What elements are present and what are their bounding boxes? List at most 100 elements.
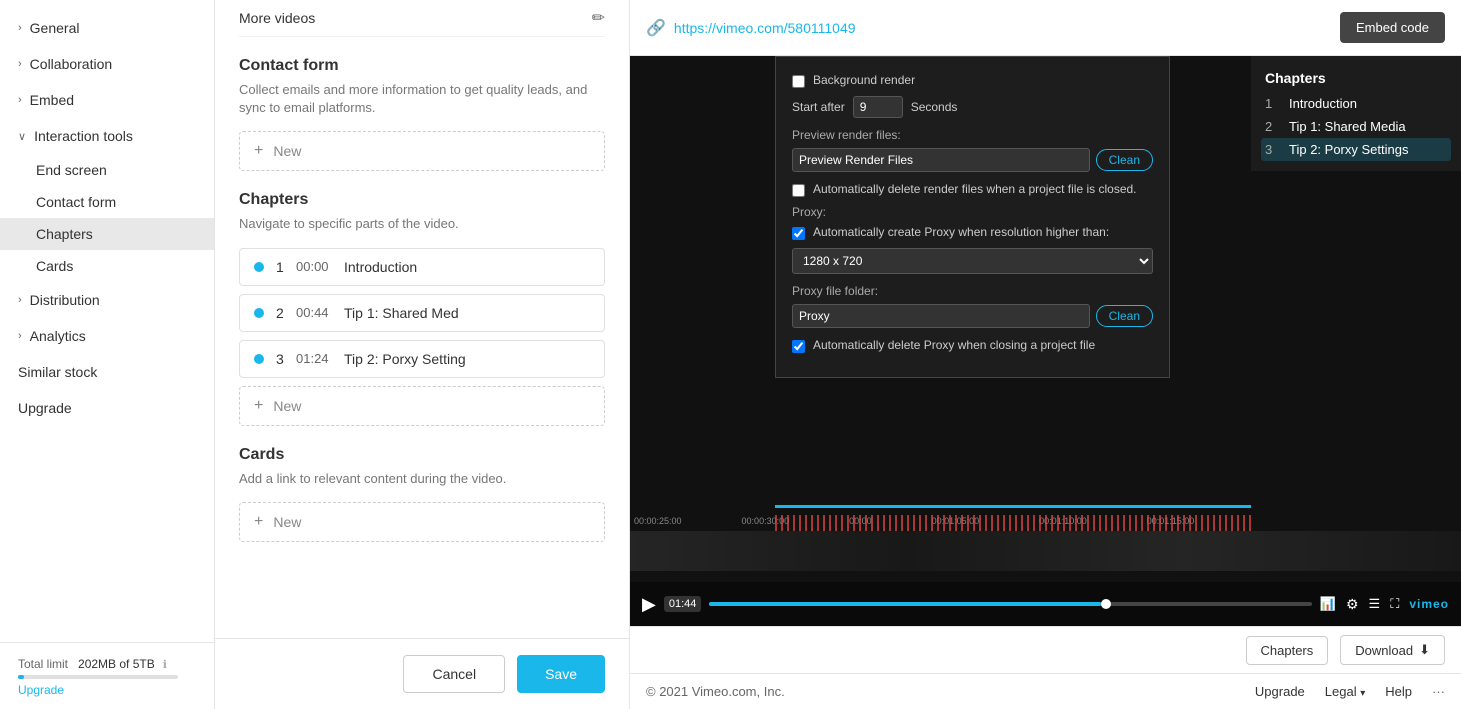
waveform-strip <box>775 515 1251 531</box>
video-thumb-strip <box>630 531 1461 571</box>
chapter-dot <box>254 354 264 364</box>
chevron-down-icon: ∨ <box>18 130 26 143</box>
auto-delete-proxy-row: Automatically delete Proxy when closing … <box>792 338 1153 353</box>
auto-delete-proxy-checkbox[interactable] <box>792 340 805 353</box>
footer-more-icon[interactable]: ··· <box>1432 684 1445 699</box>
save-button[interactable]: Save <box>517 655 605 693</box>
link-icon: 🔗 <box>646 18 666 38</box>
chapter-item-1[interactable]: 1 00:00 Introduction <box>239 248 605 286</box>
sidebar-item-interaction-tools[interactable]: ∨ Interaction tools <box>0 118 214 154</box>
more-videos-row: More videos ✏ <box>239 0 605 37</box>
footer-help-link[interactable]: Help <box>1385 684 1412 699</box>
render-settings-overlay: Background render Start after Seconds Pr… <box>775 56 1170 378</box>
clean-button-1[interactable]: Clean <box>1096 149 1153 171</box>
chevron-right-icon: › <box>18 330 22 342</box>
chapters-title: Chapters <box>239 191 605 209</box>
bar-chart-icon: 📊 <box>1320 596 1336 612</box>
edit-icon[interactable]: ✏ <box>592 8 605 28</box>
chevron-right-icon: › <box>18 58 22 70</box>
chevron-right-icon: › <box>18 22 22 34</box>
progress-fill <box>709 602 1101 606</box>
sidebar: › General › Collaboration › Embed ∨ Inte… <box>0 0 215 709</box>
contact-form-title: Contact form <box>239 57 605 75</box>
chapter-overlay-item-3[interactable]: 3 Tip 2: Porxy Settings <box>1261 138 1451 161</box>
plus-icon: + <box>254 513 263 531</box>
resolution-select[interactable]: 1280 x 720 <box>792 248 1153 274</box>
sidebar-item-collaboration[interactable]: › Collaboration <box>0 46 214 82</box>
chapters-section: Chapters Navigate to specific parts of t… <box>239 191 605 425</box>
middle-footer: Cancel Save <box>215 638 629 709</box>
auto-delete-render-checkbox[interactable] <box>792 184 805 197</box>
embed-code-button[interactable]: Embed code <box>1340 12 1445 43</box>
cards-desc: Add a link to relevant content during th… <box>239 470 605 488</box>
auto-proxy-row: Automatically create Proxy when resoluti… <box>792 225 1153 240</box>
chapter-overlay-item-2[interactable]: 2 Tip 1: Shared Media <box>1265 119 1447 134</box>
fullscreen-icon[interactable]: ⛶ <box>1390 596 1399 612</box>
middle-content: More videos ✏ Contact form Collect email… <box>215 0 629 638</box>
proxy-folder-select-wrap: Proxy <box>792 304 1090 328</box>
cards-new-row[interactable]: + New <box>239 502 605 542</box>
sidebar-item-similar-stock[interactable]: Similar stock <box>0 354 214 390</box>
cards-title: Cards <box>239 446 605 464</box>
start-after-input[interactable] <box>853 96 903 118</box>
sidebar-item-distribution[interactable]: › Distribution <box>0 282 214 318</box>
settings-icon[interactable]: ⚙ <box>1346 596 1359 613</box>
sidebar-subitem-chapters[interactable]: Chapters <box>0 218 214 250</box>
auto-proxy-checkbox[interactable] <box>792 227 805 240</box>
proxy-section: Proxy: Automatically create Proxy when r… <box>792 205 1153 274</box>
chapters-new-row[interactable]: + New <box>239 386 605 426</box>
sidebar-item-upgrade[interactable]: Upgrade <box>0 390 214 426</box>
sidebar-subitem-cards[interactable]: Cards <box>0 250 214 282</box>
sidebar-subitem-contact-form[interactable]: Contact form <box>0 186 214 218</box>
video-bottom-actions: Chapters Download ⬇ <box>630 626 1461 673</box>
cancel-button[interactable]: Cancel <box>403 655 505 693</box>
footer-right: Upgrade Legal ▾ Help ··· <box>1255 684 1445 699</box>
time-badge: 01:44 <box>664 596 702 612</box>
sidebar-subitem-end-screen[interactable]: End screen <box>0 154 214 186</box>
storage-info: Total limit 202MB of 5TB ℹ <box>18 657 196 671</box>
storage-bar <box>18 675 178 679</box>
chapter-item-3[interactable]: 3 01:24 Tip 2: Porxy Settinɡ <box>239 340 605 378</box>
timeline-highlight <box>775 505 1251 508</box>
start-after-row: Start after Seconds <box>792 96 1153 118</box>
sidebar-item-analytics[interactable]: › Analytics <box>0 318 214 354</box>
video-url-link[interactable]: https://vimeo.com/580111049 <box>674 20 1332 36</box>
contact-form-desc: Collect emails and more information to g… <box>239 81 605 117</box>
video-url-bar: 🔗 https://vimeo.com/580111049 Embed code <box>630 0 1461 56</box>
right-panel: 🔗 https://vimeo.com/580111049 Embed code… <box>630 0 1461 709</box>
sidebar-nav: › General › Collaboration › Embed ∨ Inte… <box>0 0 214 642</box>
download-icon: ⬇ <box>1419 642 1430 658</box>
download-action-button[interactable]: Download ⬇ <box>1340 635 1445 665</box>
plus-icon: + <box>254 397 263 415</box>
chevron-right-icon: › <box>18 94 22 106</box>
chevron-down-icon: ▾ <box>1360 688 1365 699</box>
chapter-item-2[interactable]: 2 00:44 Tip 1: Shared Med <box>239 294 605 332</box>
clean-button-2[interactable]: Clean <box>1096 305 1153 327</box>
footer-upgrade-link[interactable]: Upgrade <box>1255 684 1305 699</box>
sidebar-item-embed[interactable]: › Embed <box>0 82 214 118</box>
middle-panel: More videos ✏ Contact form Collect email… <box>215 0 630 709</box>
progress-thumb <box>1101 599 1111 609</box>
auto-delete-render-row: Automatically delete render files when a… <box>792 182 1153 197</box>
background-render-checkbox[interactable] <box>792 75 805 88</box>
play-button[interactable]: ▶ <box>642 594 656 615</box>
upgrade-link[interactable]: Upgrade <box>18 683 196 697</box>
chapter-overlay-item-1[interactable]: 1 Introduction <box>1265 96 1447 111</box>
preview-render-files-section: Preview render files: Preview Render Fil… <box>792 128 1153 172</box>
proxy-folder-select[interactable]: Proxy <box>792 304 1090 328</box>
preview-render-files-select[interactable]: Preview Render Files <box>792 148 1090 172</box>
plus-icon: + <box>254 142 263 160</box>
vimeo-logo: vimeo <box>1409 597 1449 611</box>
chapter-dot <box>254 262 264 272</box>
chapters-action-button[interactable]: Chapters <box>1246 636 1329 665</box>
list-icon[interactable]: ☰ <box>1369 596 1381 612</box>
sidebar-item-general[interactable]: › General <box>0 10 214 46</box>
contact-form-new-row[interactable]: + New <box>239 131 605 171</box>
contact-form-section: Contact form Collect emails and more inf… <box>239 57 605 171</box>
progress-bar[interactable] <box>709 602 1311 606</box>
chapter-dot <box>254 308 264 318</box>
proxy-folder-section: Proxy file folder: Proxy Clean <box>792 284 1153 328</box>
footer-legal-link[interactable]: Legal ▾ <box>1325 684 1365 699</box>
control-icons: 📊 ⚙ ☰ ⛶ vimeo <box>1320 596 1449 613</box>
preview-render-files-select-wrap: Preview Render Files <box>792 148 1090 172</box>
